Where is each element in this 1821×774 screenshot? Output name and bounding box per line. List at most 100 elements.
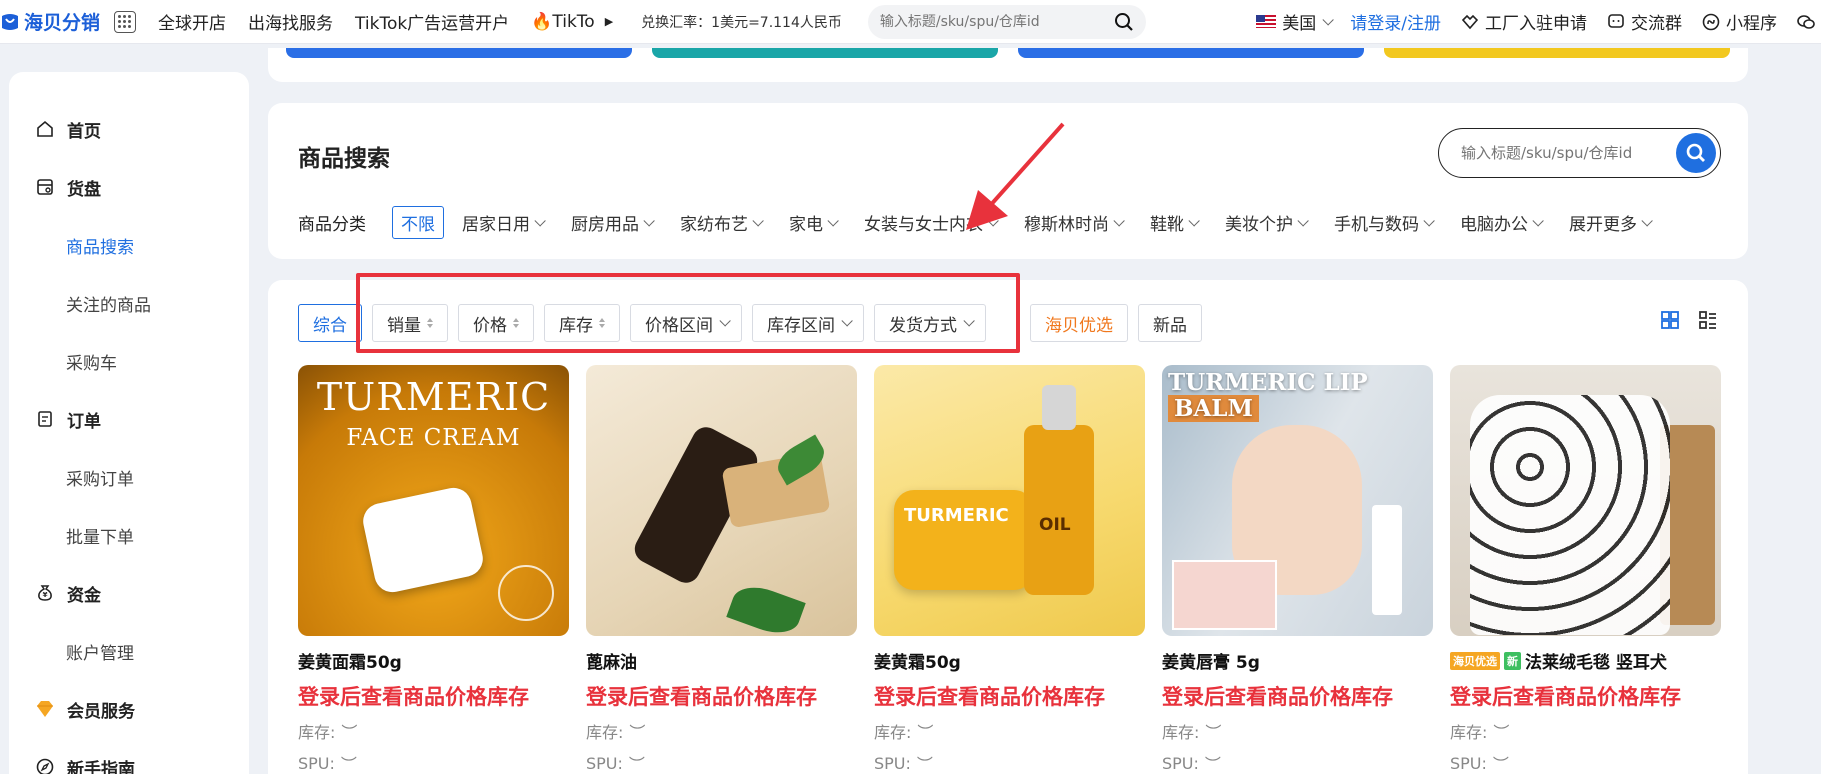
category-expand-more[interactable]: 展开更多 [1569,210,1653,235]
filter-new[interactable]: 新品 [1138,304,1202,342]
sidebar-item-account-management[interactable]: 账户管理 [9,622,249,680]
logo-text: 海贝分销 [24,12,101,34]
top-search-input[interactable] [879,13,1100,30]
chevron-down-icon [1641,214,1653,227]
sidebar-item-label: 资金 [67,585,101,606]
eye-closed-icon: ︶ [1492,755,1509,774]
filter-stock-range[interactable]: 库存区间 [752,304,864,342]
sort-arrows-icon [427,318,433,328]
group-chat-link[interactable]: 交流群 [1607,9,1682,34]
product-stock: 库存: ︶ [586,719,857,743]
product-image[interactable]: TURMERIC FACE CREAM [298,365,569,636]
product-image[interactable] [1450,365,1721,636]
sidebar-item-product-search[interactable]: 商品搜索 [9,216,249,274]
nav-tiktok[interactable]: 🔥TikTo [531,12,595,32]
product-card[interactable]: 海贝优选 新 法莱绒毛毯 竖耳犬 登录后查看商品价格库存 库存: ︶ SPU: ︶ [1450,365,1721,774]
login-to-view-price[interactable]: 登录后查看商品价格库存 [586,681,857,711]
product-name[interactable]: 姜黄唇膏 5g [1162,648,1433,673]
category-item[interactable]: 家纺布艺 [680,210,764,235]
wechat-icon[interactable] [1797,13,1815,31]
product-name[interactable]: 蓖麻油 [586,648,857,673]
factory-apply-label: 工厂入驻申请 [1485,14,1587,34]
sidebar-item-home[interactable]: 首页 [9,100,249,158]
banner-2[interactable] [652,48,998,58]
leaf [726,579,806,636]
category-all[interactable]: 不限 [392,206,444,239]
handshake-icon [1461,14,1479,29]
category-item[interactable]: 手机与数码 [1334,210,1435,235]
nav-tiktok-ads[interactable]: TikTok广告运营开户 [355,9,509,34]
sidebar-item-label: 首页 [67,121,101,142]
category-item[interactable]: 居家日用 [462,210,546,235]
product-image[interactable]: TURMERIC LIP BALM [1162,365,1433,636]
sidebar-item-orders[interactable]: 订单 [9,390,249,448]
top-bar: 海贝分销 全球开店 出海找服务 TikTok广告运营开户 🔥TikTo ▶ 兑换… [0,0,1821,44]
diamond-icon [35,699,55,719]
banner-3[interactable] [1018,48,1364,58]
sidebar: 首页 货盘 商品搜索 关注的商品 采购车 订单 采购订单 批量下单 ¥ 资金 账… [9,72,249,774]
category-item[interactable]: 鞋靴 [1150,210,1200,235]
nav-overseas-service[interactable]: 出海找服务 [248,9,333,34]
filter-price-range[interactable]: 价格区间 [630,304,742,342]
logo-icon [2,13,18,30]
category-item[interactable]: 电脑办公 [1460,210,1544,235]
product-stock: 库存: ︶ [1450,719,1721,743]
filter-haibei-select[interactable]: 海贝优选 [1030,304,1128,342]
search-button[interactable] [1676,133,1716,173]
goods-icon [35,177,55,197]
badge-circle [498,565,554,621]
factory-apply-link[interactable]: 工厂入驻申请 [1461,9,1587,34]
product-search-input[interactable] [1461,144,1661,162]
product-name[interactable]: 姜黄面霜50g [298,648,569,673]
eye-closed-icon: ︶ [1205,723,1222,742]
chevron-down-icon [752,214,764,227]
login-to-view-price[interactable]: 登录后查看商品价格库存 [874,681,1145,711]
login-to-view-price[interactable]: 登录后查看商品价格库存 [1450,681,1721,711]
product-image[interactable]: TURMERIC OIL [874,365,1145,636]
sidebar-item-purchase-cart[interactable]: 采购车 [9,332,249,390]
login-to-view-price[interactable]: 登录后查看商品价格库存 [298,681,569,711]
sidebar-item-funds[interactable]: ¥ 资金 [9,564,249,622]
sort-stock[interactable]: 库存 [544,304,620,342]
sidebar-item-followed-products[interactable]: 关注的商品 [9,274,249,332]
sort-sales[interactable]: 销量 [372,304,448,342]
logo[interactable]: 海贝分销 [0,8,100,35]
product-card[interactable]: 蓖麻油 登录后查看商品价格库存 库存: ︶ SPU: ︶ [586,365,857,774]
product-image-text: TURMERIC [316,375,551,419]
category-item[interactable]: 美妆个护 [1225,210,1309,235]
mini-program-link[interactable]: 小程序 [1702,9,1777,34]
apps-grid-icon[interactable] [114,10,137,33]
dropper-cap [1042,385,1076,430]
category-item[interactable]: 家电 [789,210,839,235]
nav-more-arrow-icon[interactable]: ▶ [605,15,613,28]
banner-4[interactable] [1384,48,1730,58]
sidebar-item-membership[interactable]: 会员服务 [9,680,249,738]
list-view-icon[interactable] [1698,310,1718,330]
sidebar-item-purchase-orders[interactable]: 采购订单 [9,448,249,506]
product-image[interactable] [586,365,857,636]
nav-global-store[interactable]: 全球开店 [158,9,226,34]
category-item[interactable]: 女装与女士内衣 [864,210,999,235]
product-name[interactable]: 姜黄霜50g [874,648,1145,673]
search-icon[interactable] [1114,12,1134,32]
product-card[interactable]: TURMERIC FACE CREAM 姜黄面霜50g 登录后查看商品价格库存 … [298,365,569,774]
sort-price[interactable]: 价格 [458,304,534,342]
login-link[interactable]: 请登录/注册 [1350,9,1441,34]
chevron-down-icon [1423,214,1435,227]
sidebar-item-guide[interactable]: 新手指南 [9,738,249,774]
product-card[interactable]: TURMERIC LIP BALM 姜黄唇膏 5g 登录后查看商品价格库存 库存… [1162,365,1433,774]
sidebar-item-goods[interactable]: 货盘 [9,158,249,216]
product-card[interactable]: TURMERIC OIL 姜黄霜50g 登录后查看商品价格库存 库存: ︶ SPU… [874,365,1145,774]
sort-comprehensive[interactable]: 综合 [298,304,362,342]
category-item[interactable]: 厨房用品 [571,210,655,235]
region-label: 美国 [1282,14,1317,34]
banner-1[interactable] [286,48,632,58]
banner-strip [268,48,1748,82]
category-item[interactable]: 穆斯林时尚 [1024,210,1125,235]
sidebar-item-batch-order[interactable]: 批量下单 [9,506,249,564]
product-name[interactable]: 海贝优选 新 法莱绒毛毯 竖耳犬 [1450,648,1721,673]
grid-view-icon[interactable] [1660,310,1680,330]
login-to-view-price[interactable]: 登录后查看商品价格库存 [1162,681,1433,711]
region-selector[interactable]: 美国 [1256,9,1335,34]
filter-shipping-method[interactable]: 发货方式 [874,304,986,342]
